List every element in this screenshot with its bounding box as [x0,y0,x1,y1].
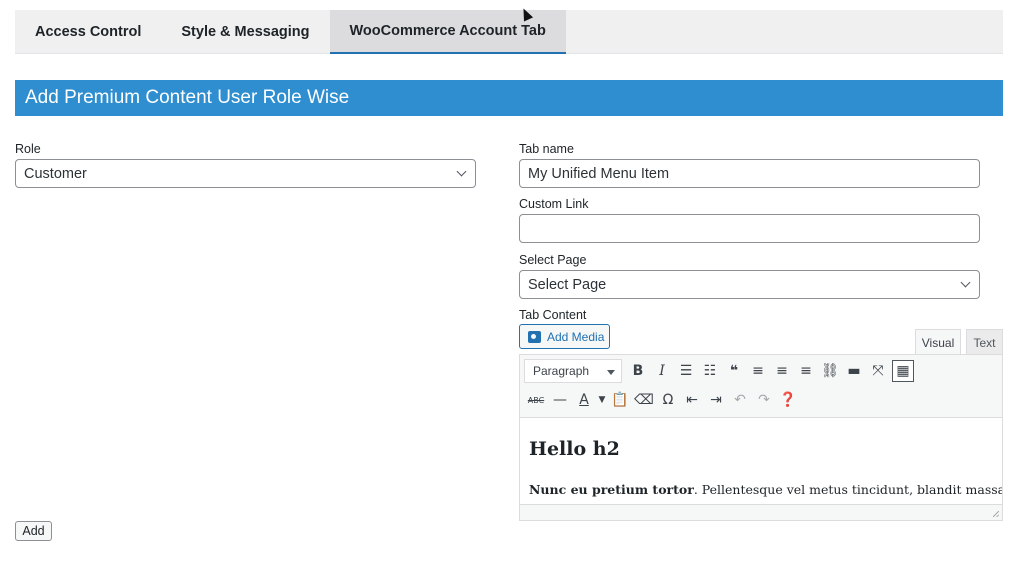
custom-link-label: Custom Link [519,197,589,211]
read-more-icon[interactable]: ▬ [842,359,866,383]
content-text: . Pellentesque vel metus tincidunt, blan… [693,482,1003,497]
section-title: Add Premium Content User Role Wise [15,80,1003,116]
indent-icon[interactable]: ⇥ [704,388,728,412]
tab-access-control[interactable]: Access Control [15,10,161,53]
undo-icon[interactable]: ↶ [728,388,752,412]
special-character-icon[interactable]: Ω [656,388,680,412]
help-icon[interactable]: ❓ [776,388,800,412]
settings-tabbar: Access Control Style & Messaging WooComm… [15,10,1003,54]
add-button[interactable]: Add [15,521,52,541]
chevron-down-icon [456,166,467,177]
custom-link-input[interactable] [519,214,980,243]
link-icon[interactable]: ⛓ [818,359,842,383]
editor-statusbar [519,504,1003,521]
numbered-list-icon[interactable]: ☷ [698,359,722,383]
media-icon [528,330,541,343]
caret-down-icon [607,370,615,375]
editor-toolbar: Paragraph B I ☰ ☷ ❝ ≡ ≡ ≡ ⛓ ▬ ⤧ ▦ ABC — … [519,354,1003,418]
text-color-icon[interactable]: A [572,388,596,412]
editor-tab-visual[interactable]: Visual [915,329,961,355]
select-page-dropdown[interactable]: Select Page [519,270,980,299]
align-center-icon[interactable]: ≡ [770,359,794,383]
strikethrough-icon[interactable]: ABC [524,388,548,412]
content-paragraph: Nunc eu pretium tortor. Pellentesque vel… [529,482,1002,497]
editor-content[interactable]: Hello h2 Nunc eu pretium tortor. Pellent… [519,418,1003,504]
blockquote-icon[interactable]: ❝ [722,359,746,383]
fullscreen-icon[interactable]: ⤧ [866,359,890,383]
chevron-down-icon [960,277,971,288]
bold-icon[interactable]: B [626,359,650,383]
toolbar-toggle-icon[interactable]: ▦ [892,360,914,382]
tab-name-input[interactable]: My Unified Menu Item [519,159,980,188]
role-label: Role [15,142,41,156]
resize-handle-icon[interactable] [993,511,999,517]
bullet-list-icon[interactable]: ☰ [674,359,698,383]
align-left-icon[interactable]: ≡ [746,359,770,383]
horizontal-line-icon[interactable]: — [548,388,572,412]
tab-name-label: Tab name [519,142,574,156]
italic-icon[interactable]: I [650,359,674,383]
align-right-icon[interactable]: ≡ [794,359,818,383]
content-bold-text: Nunc eu pretium tortor [529,482,694,497]
select-page-label: Select Page [519,253,587,267]
role-select[interactable]: Customer [15,159,476,188]
add-media-button[interactable]: Add Media [519,324,610,349]
outdent-icon[interactable]: ⇤ [680,388,704,412]
caret-down-icon[interactable]: ▼ [596,388,608,412]
paste-text-icon[interactable]: 📋 [608,388,632,412]
format-select[interactable]: Paragraph [524,359,622,383]
format-select-value: Paragraph [533,364,590,378]
content-heading: Hello h2 [529,438,620,460]
tab-name-value: My Unified Menu Item [528,165,670,182]
redo-icon[interactable]: ↷ [752,388,776,412]
add-media-label: Add Media [547,329,605,344]
tab-content-label: Tab Content [519,308,587,322]
editor-tab-text[interactable]: Text [966,329,1003,355]
select-page-value: Select Page [528,276,607,293]
clear-formatting-icon[interactable]: ⌫ [632,388,656,412]
role-select-value: Customer [24,165,87,182]
tab-style-messaging[interactable]: Style & Messaging [161,10,329,53]
